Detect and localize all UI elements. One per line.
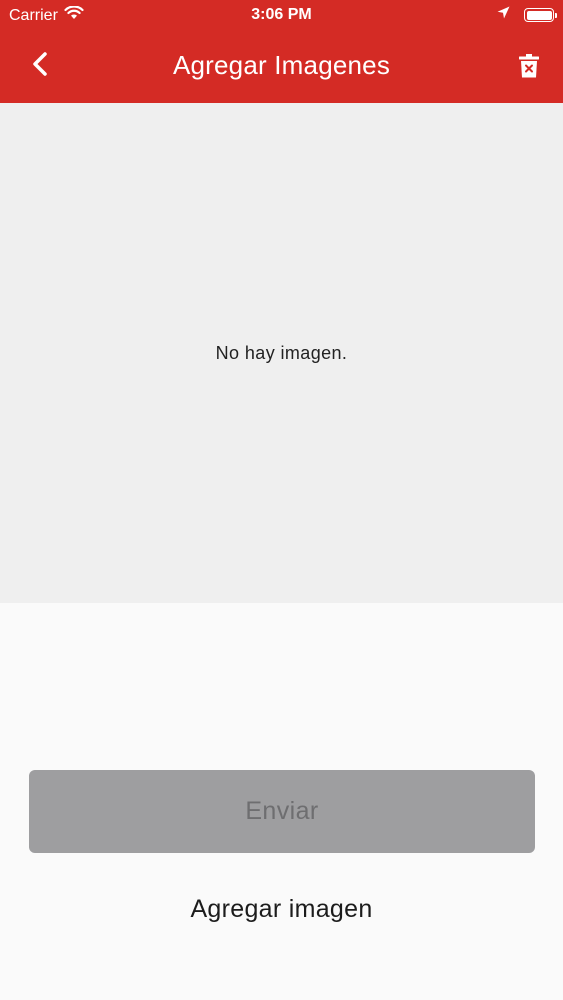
image-preview-area: No hay imagen. [0, 103, 563, 603]
header: Carrier 3:06 PM Agregar Imagenes [0, 0, 563, 103]
trash-x-icon [519, 53, 539, 83]
page-title: Agregar Imagenes [172, 50, 391, 80]
location-arrow-icon [497, 6, 510, 24]
empty-state-text: No hay imagen. [215, 343, 348, 363]
battery-icon [524, 8, 557, 22]
send-button[interactable]: Enviar [29, 770, 535, 853]
add-image-button[interactable]: Agregar imagen [0, 895, 563, 924]
status-time: 3:06 PM [251, 6, 312, 23]
status-bar: Carrier 3:06 PM [0, 0, 563, 30]
status-right [497, 6, 557, 24]
nav-bar: Agregar Imagenes [0, 30, 563, 103]
delete-button[interactable] [509, 48, 549, 88]
